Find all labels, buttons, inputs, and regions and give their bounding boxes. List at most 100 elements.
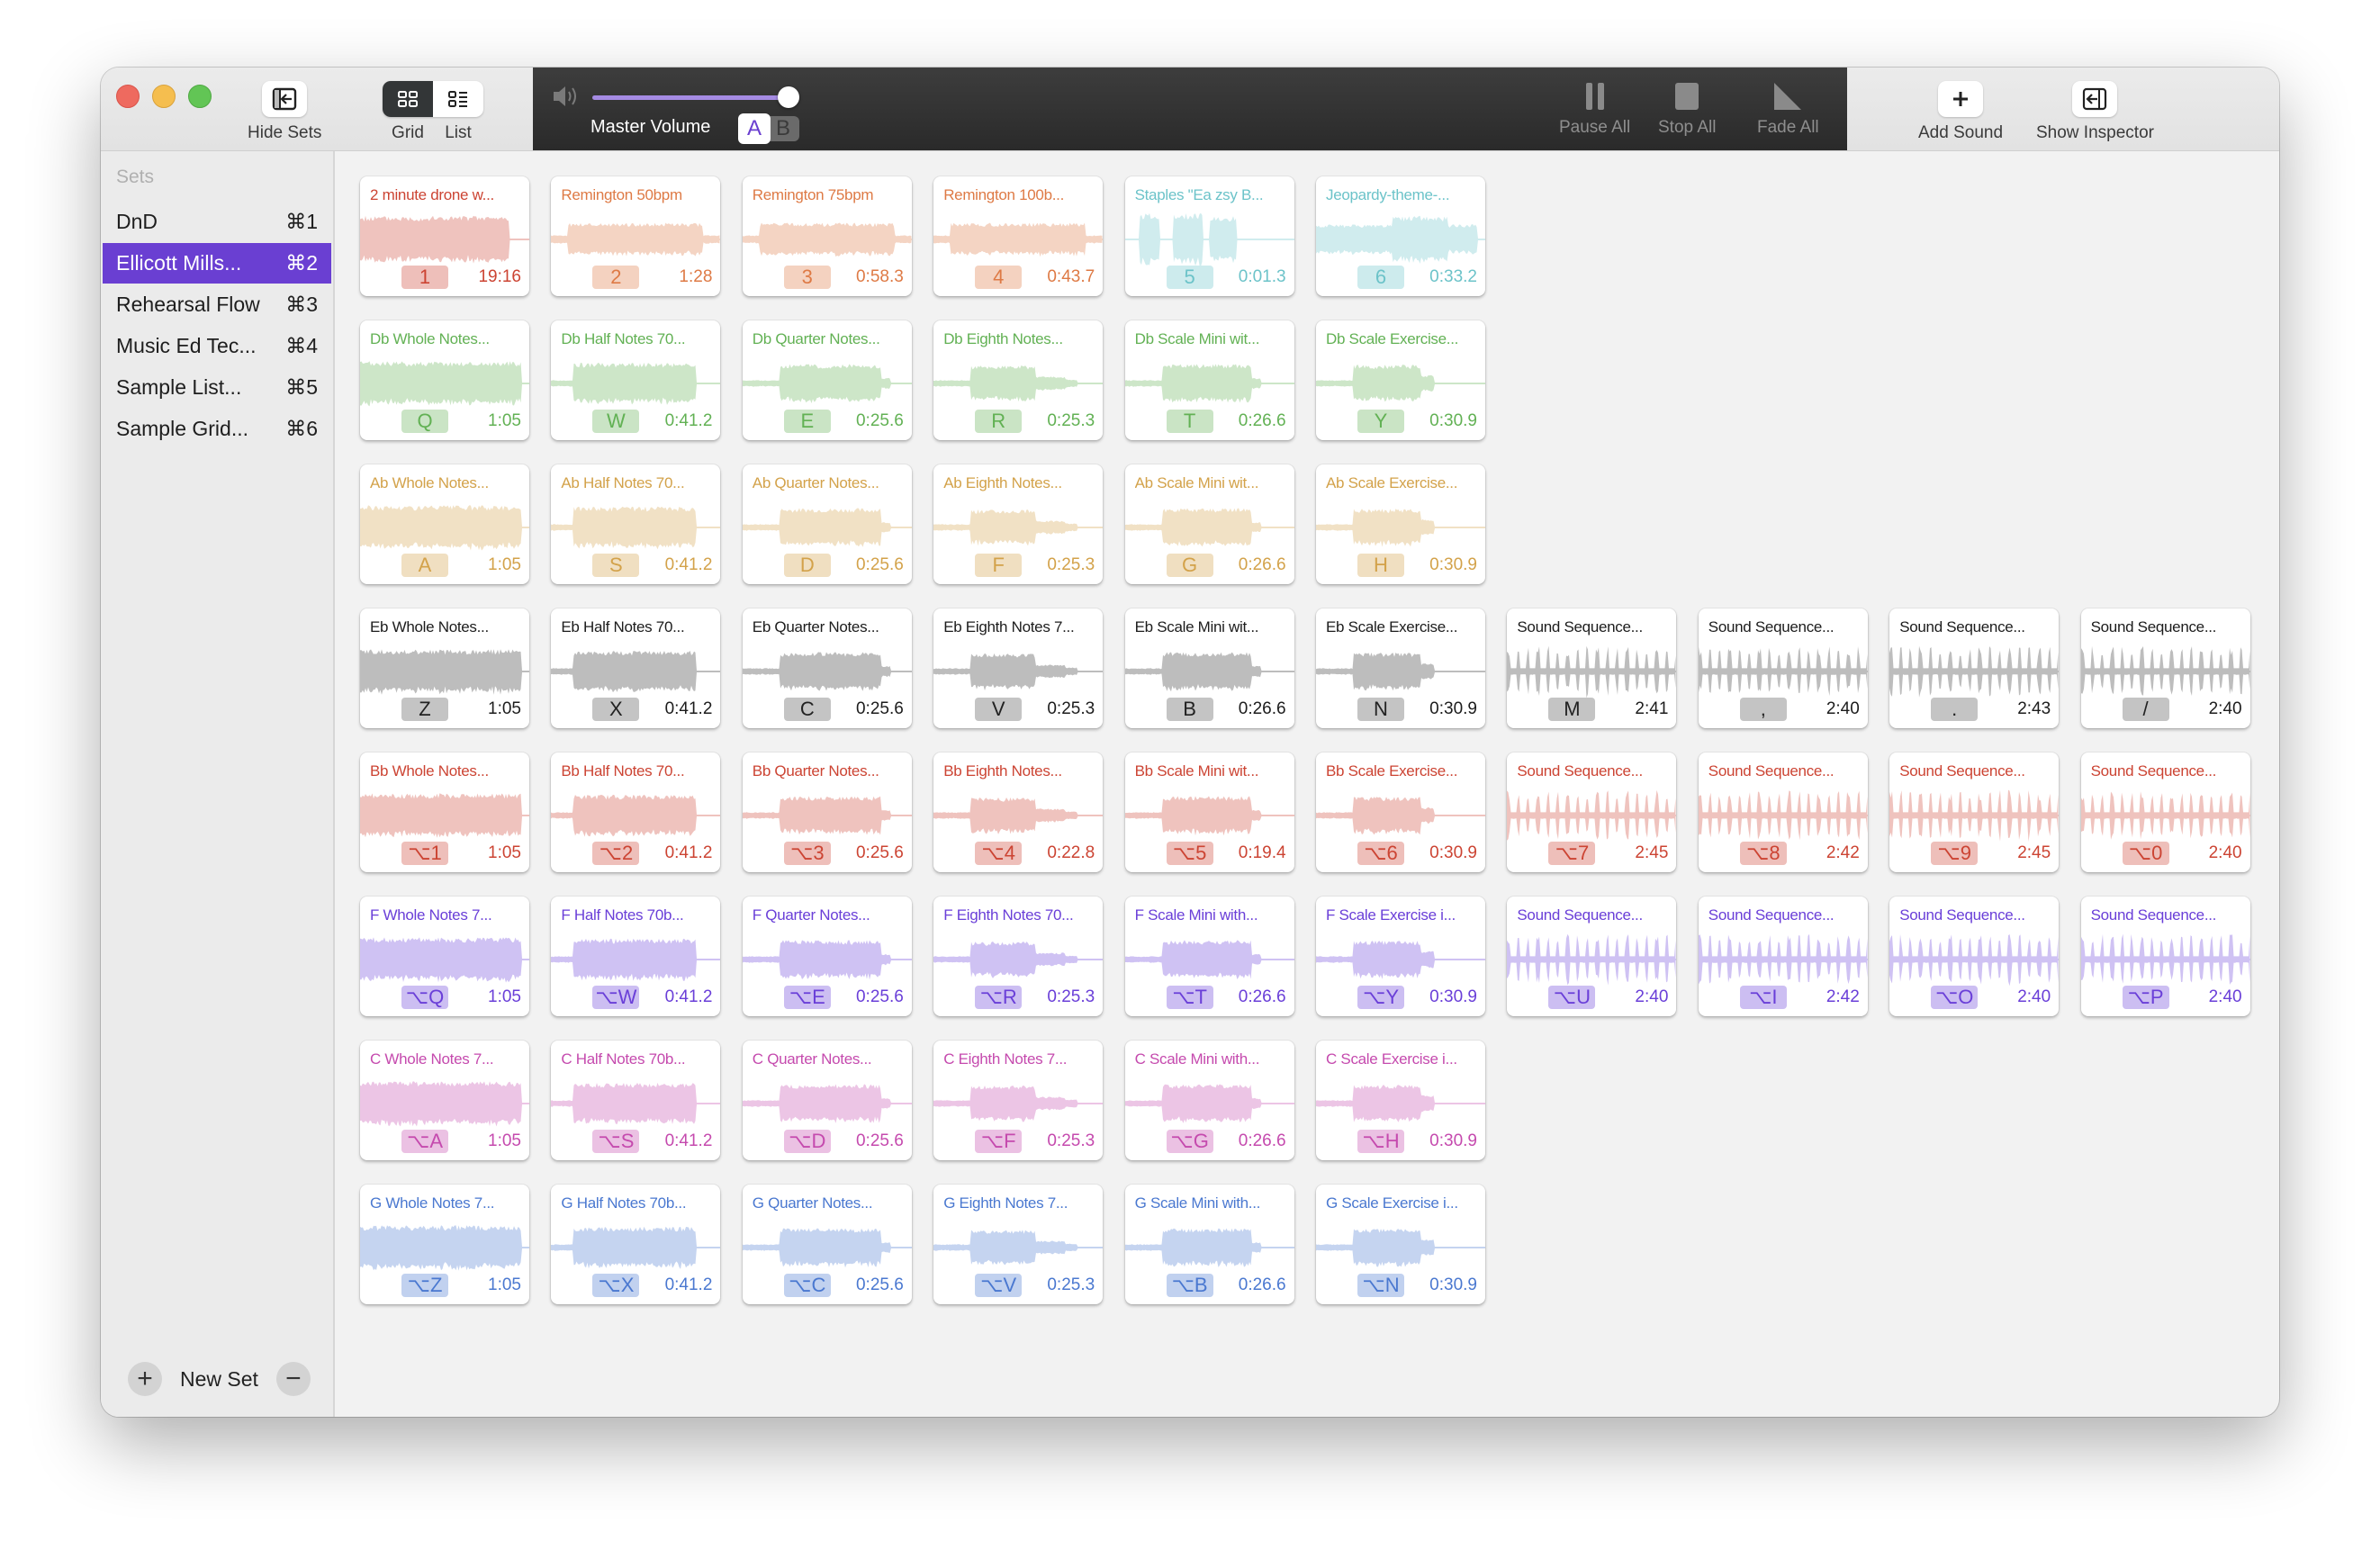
sound-card[interactable]: Sound Sequence.... 2:43	[1889, 608, 2060, 728]
hotkey-badge: X	[592, 698, 640, 721]
sound-card[interactable]: Eb Scale Mini wit... B 0:26.6	[1124, 608, 1294, 728]
sound-card[interactable]: Sound Sequence... ⌥0 2:40	[2080, 752, 2250, 872]
sound-card[interactable]: Ab Eighth Notes... F 0:25.3	[933, 464, 1104, 584]
sidebar-set-item[interactable]: Ellicott Mills... ⌘2	[103, 243, 331, 284]
sound-card[interactable]: Bb Whole Notes... ⌥1 1:05	[360, 752, 529, 872]
volume-slider-knob[interactable]	[777, 86, 799, 108]
sound-card[interactable]: Eb Quarter Notes... C 0:25.6	[742, 608, 912, 728]
sound-card[interactable]: Eb Whole Notes... Z 1:05	[360, 608, 529, 728]
hide-sets-button[interactable]: Hide Sets	[248, 68, 321, 143]
sound-card[interactable]: Db Eighth Notes... R 0:25.3	[933, 320, 1104, 440]
sound-card[interactable]: Bb Eighth Notes... ⌥4 0:22.8	[933, 752, 1104, 872]
sidebar-set-item[interactable]: Music Ed Tec... ⌘4	[103, 326, 331, 366]
sound-card[interactable]: Remington 75bpm 3 0:58.3	[742, 176, 912, 296]
bank-a-button[interactable]: A	[738, 113, 771, 144]
sound-card[interactable]: F Half Notes 70b... ⌥W 0:41.2	[551, 897, 721, 1016]
sound-card[interactable]: C Scale Mini with... ⌥G 0:26.6	[1124, 1041, 1294, 1160]
sound-card[interactable]: 2 minute drone w... 1 19:16	[360, 176, 529, 296]
sound-card[interactable]: Db Whole Notes... Q 1:05	[360, 320, 529, 440]
sound-card[interactable]: Bb Quarter Notes... ⌥3 0:25.6	[742, 752, 912, 872]
grid-view-button[interactable]	[383, 81, 433, 117]
sound-card[interactable]: Db Half Notes 70... W 0:41.2	[551, 320, 721, 440]
sound-card[interactable]: G Whole Notes 7... ⌥Z 1:05	[360, 1185, 529, 1304]
sound-card[interactable]: C Half Notes 70b... ⌥S 0:41.2	[551, 1041, 721, 1160]
sound-card[interactable]: Ab Scale Mini wit... G 0:26.6	[1124, 464, 1294, 584]
sidebar-set-item[interactable]: Rehearsal Flow ⌘3	[103, 284, 331, 325]
sidebar-set-item[interactable]: Sample List... ⌘5	[103, 367, 331, 408]
sound-card[interactable]: F Scale Mini with... ⌥T 0:26.6	[1124, 897, 1294, 1016]
sound-card[interactable]: C Eighth Notes 7... ⌥F 0:25.3	[933, 1041, 1104, 1160]
sound-card[interactable]: F Eighth Notes 70... ⌥R 0:25.3	[933, 897, 1104, 1016]
sound-card[interactable]: Sound Sequence... ⌥7 2:45	[1507, 752, 1677, 872]
add-sound-button[interactable]: Add Sound	[1918, 68, 2003, 143]
master-volume-slider[interactable]	[592, 86, 799, 108]
sound-card[interactable]: Eb Eighth Notes 7... V 0:25.3	[933, 608, 1104, 728]
show-inspector-label: Show Inspector	[2036, 123, 2154, 142]
sound-card[interactable]: Sound Sequence... ⌥8 2:42	[1698, 752, 1868, 872]
sound-card[interactable]: Db Scale Exercise... Y 0:30.9	[1316, 320, 1485, 440]
sound-card[interactable]: Jeopardy-theme-... 6 0:33.2	[1316, 176, 1485, 296]
sound-duration: 1:05	[488, 1131, 521, 1150]
waveform	[1507, 789, 1677, 841]
sound-card[interactable]: Sound Sequence... / 2:40	[2080, 608, 2250, 728]
sound-card[interactable]: Ab Half Notes 70... S 0:41.2	[551, 464, 721, 584]
close-window-button[interactable]	[116, 85, 140, 108]
toolbar: Hide Sets Grid List Master Volume A B Pa…	[101, 68, 2279, 151]
sound-card[interactable]: F Quarter Notes... ⌥E 0:25.6	[742, 897, 912, 1016]
sound-card[interactable]: Sound Sequence... ⌥U 2:40	[1507, 897, 1677, 1016]
minimize-window-button[interactable]	[152, 85, 176, 108]
sound-card[interactable]: Eb Half Notes 70... X 0:41.2	[551, 608, 721, 728]
zoom-window-button[interactable]	[188, 85, 212, 108]
list-view-button[interactable]	[433, 81, 483, 117]
sound-card[interactable]: Remington 100b... 4 0:43.7	[933, 176, 1104, 296]
pause-all-button[interactable]: Pause All	[1559, 68, 1630, 138]
stop-all-button[interactable]: Stop All	[1658, 68, 1716, 138]
sets-sidebar: Sets DnD ⌘1 Ellicott Mills... ⌘2 Rehearsal F…	[101, 151, 335, 1417]
sound-card[interactable]: Staples "Ea zsy B... 5 0:01.3	[1124, 176, 1294, 296]
sound-card[interactable]: G Scale Mini with... ⌥B 0:26.6	[1124, 1185, 1294, 1304]
waveform	[1316, 365, 1485, 402]
sound-card[interactable]: Sound Sequence..., 2:40	[1698, 608, 1868, 728]
waveform	[1889, 645, 2060, 698]
sound-card[interactable]: Sound Sequence... ⌥9 2:45	[1889, 752, 2060, 872]
sound-card[interactable]: Sound Sequence... ⌥I 2:42	[1698, 897, 1868, 1016]
waveform	[1124, 1228, 1294, 1267]
stop-icon	[1673, 75, 1700, 118]
show-inspector-button[interactable]: Show Inspector	[2036, 68, 2154, 143]
remove-set-button[interactable]: −	[275, 1362, 311, 1396]
fade-all-button[interactable]: Fade All	[1757, 68, 1819, 138]
sound-card[interactable]: Bb Half Notes 70... ⌥2 0:41.2	[551, 752, 721, 872]
sound-card[interactable]: G Scale Exercise i... ⌥N 0:30.9	[1316, 1185, 1485, 1304]
sidebar-set-item[interactable]: Sample Grid... ⌘6	[103, 409, 331, 449]
sound-card[interactable]: G Eighth Notes 7... ⌥V 0:25.3	[933, 1185, 1104, 1304]
set-shortcut: ⌘1	[285, 210, 318, 233]
sound-card[interactable]: Db Quarter Notes... E 0:25.6	[742, 320, 912, 440]
sound-card[interactable]: Bb Scale Exercise... ⌥6 0:30.9	[1316, 752, 1485, 872]
sound-card[interactable]: C Quarter Notes... ⌥D 0:25.6	[742, 1041, 912, 1160]
sound-card[interactable]: G Half Notes 70b... ⌥X 0:41.2	[551, 1185, 721, 1304]
sound-duration: 0:41.2	[664, 987, 713, 1006]
sound-card[interactable]: Bb Scale Mini wit... ⌥5 0:19.4	[1124, 752, 1294, 872]
sound-card[interactable]: Sound Sequence... ⌥O 2:40	[1889, 897, 2060, 1016]
add-set-button[interactable]: +	[128, 1362, 162, 1396]
sidebar-collapse-icon	[262, 81, 308, 117]
list-label: List	[445, 123, 472, 142]
hotkey-badge: D	[783, 554, 831, 577]
sound-card[interactable]: Eb Scale Exercise... N 0:30.9	[1316, 608, 1485, 728]
sound-title: Db Quarter Notes...	[752, 330, 880, 347]
sound-card[interactable]: C Whole Notes 7... ⌥A 1:05	[360, 1041, 529, 1160]
sound-card[interactable]: Ab Scale Exercise... H 0:30.9	[1316, 464, 1485, 584]
sound-card[interactable]: Remington 50bpm 2 1:28	[551, 176, 721, 296]
sound-card[interactable]: C Scale Exercise i... ⌥H 0:30.9	[1316, 1041, 1485, 1160]
sound-card[interactable]: Ab Whole Notes... A 1:05	[360, 464, 529, 584]
sound-card[interactable]: Db Scale Mini wit... T 0:26.6	[1124, 320, 1294, 440]
sound-card[interactable]: G Quarter Notes... ⌥C 0:25.6	[742, 1185, 912, 1304]
sound-duration: 2:45	[1635, 843, 1669, 862]
sound-card[interactable]: Sound Sequence... M 2:41	[1507, 608, 1677, 728]
bank-b-button[interactable]: B	[767, 116, 799, 141]
sidebar-set-item[interactable]: DnD ⌘1	[103, 202, 331, 242]
sound-card[interactable]: F Whole Notes 7... ⌥Q 1:05	[360, 897, 529, 1016]
sound-card[interactable]: Ab Quarter Notes... D 0:25.6	[742, 464, 912, 584]
sound-card[interactable]: F Scale Exercise i... ⌥Y 0:30.9	[1316, 897, 1485, 1016]
sound-card[interactable]: Sound Sequence... ⌥P 2:40	[2080, 897, 2250, 1016]
